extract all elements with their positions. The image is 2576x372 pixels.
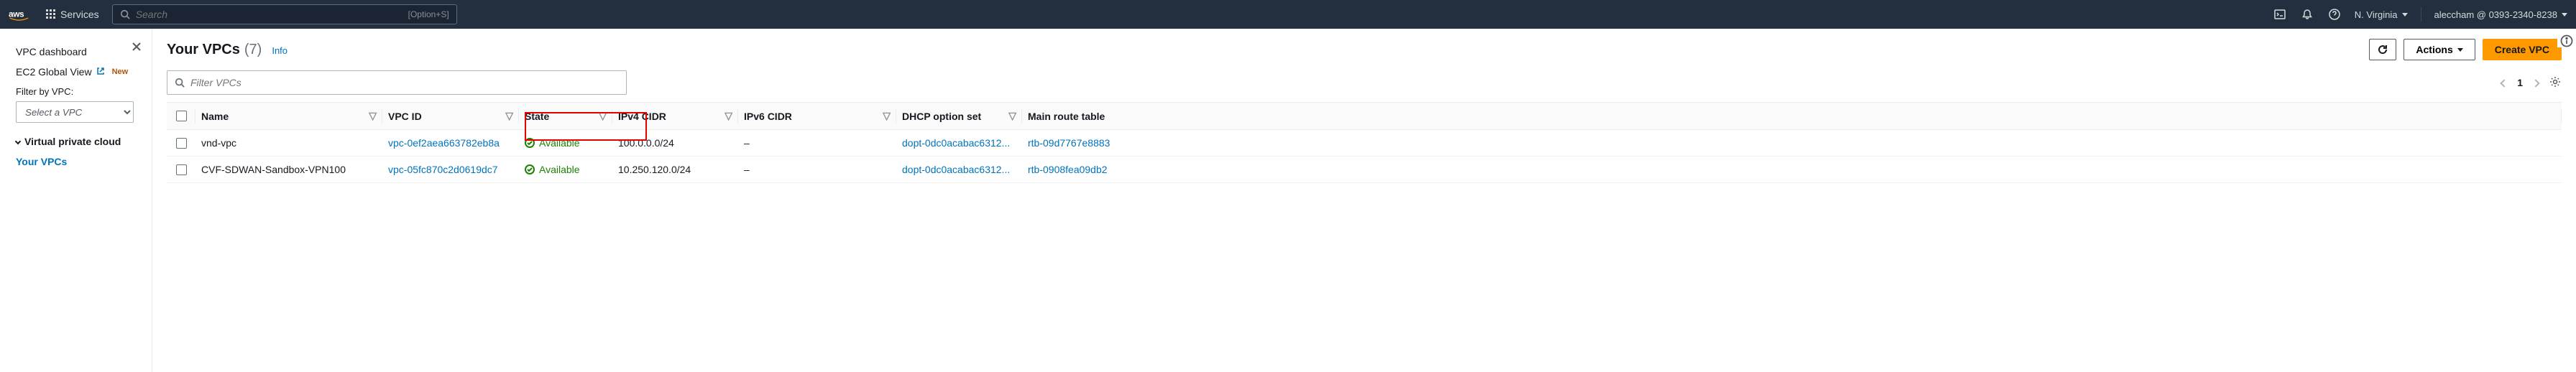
notifications-icon[interactable] [2300,7,2314,22]
sidebar-item-label: Your VPCs [16,156,67,167]
cell-vpc-id-link[interactable]: vpc-05fc870c2d0619dc7 [382,157,519,182]
sort-icon[interactable]: ▽ [724,110,732,122]
col-header-state[interactable]: State▽ [519,103,612,129]
create-label: Create VPC [2495,44,2549,55]
title-count: (7) [244,42,262,58]
sidebar-vpc-dashboard[interactable]: VPC dashboard [16,42,144,62]
global-search[interactable]: [Option+S] [112,4,457,24]
sort-icon[interactable]: ▽ [505,110,513,122]
cell-name: CVF-SDWAN-Sandbox-VPN100 [196,157,382,182]
table-header: Name▽ VPC ID▽ State▽ IPv4 CIDR▽ IPv6 CID… [167,102,2562,130]
chevron-down-icon [15,139,21,144]
content-area: Your VPCs (7) Info Actions Create VPC [152,29,2576,372]
sidebar-your-vpcs[interactable]: Your VPCs [16,152,144,172]
sidebar-item-label: VPC dashboard [16,46,87,57]
new-badge: New [112,68,129,76]
cell-ipv6: – [738,130,896,156]
col-header-ipv6[interactable]: IPv6 CIDR▽ [738,103,896,129]
close-sidebar-icon[interactable] [132,42,142,54]
cell-dhcp-link[interactable]: dopt-0dc0acabac6312... [896,130,1022,156]
col-header-vpcid[interactable]: VPC ID▽ [382,103,519,129]
svg-text:aws: aws [9,9,24,19]
success-icon [525,138,535,148]
cloudshell-icon[interactable] [2273,7,2287,22]
cell-name: vnd-vpc [196,130,382,156]
services-grid-icon [46,9,56,19]
page-number: 1 [2517,77,2523,88]
title-text: Your VPCs [167,42,240,58]
select-all-checkbox[interactable] [176,111,187,121]
global-search-input[interactable] [136,9,408,20]
page-title: Your VPCs (7) Info [167,42,288,58]
table-row[interactable]: vnd-vpc vpc-0ef2aea663782eb8a Available … [167,130,2562,157]
services-menu[interactable]: Services [42,6,104,23]
help-icon[interactable] [2327,7,2342,22]
caret-down-icon [2402,13,2408,17]
search-icon [175,78,185,88]
top-nav: aws Services [Option+S] N. Virginia alec… [0,0,2576,29]
services-label: Services [60,9,99,20]
region-selector[interactable]: N. Virginia [2355,9,2408,20]
caret-down-icon [2457,48,2463,52]
aws-logo[interactable]: aws [9,8,33,21]
region-label: N. Virginia [2355,9,2398,20]
refresh-button[interactable] [2369,39,2396,60]
actions-button[interactable]: Actions [2404,39,2475,60]
caret-down-icon [2562,13,2567,17]
cell-ipv4: 100.0.0.0/24 [612,130,738,156]
row-checkbox[interactable] [176,164,187,175]
create-vpc-button[interactable]: Create VPC [2483,39,2562,60]
sort-icon[interactable]: ▽ [1008,110,1016,122]
sort-icon[interactable]: ▽ [369,110,377,122]
success-icon [525,164,535,175]
cell-state: Available [519,130,612,156]
info-link[interactable]: Info [272,45,288,56]
cell-ipv6: – [738,157,896,182]
row-checkbox[interactable] [176,138,187,149]
prev-page[interactable] [2501,77,2507,88]
account-menu[interactable]: aleccham @ 0393-2340-8238 [2434,9,2567,20]
cell-dhcp-link[interactable]: dopt-0dc0acabac6312... [896,157,1022,182]
search-icon [120,9,130,19]
col-header-name[interactable]: Name▽ [196,103,382,129]
vpc-table: Name▽ VPC ID▽ State▽ IPv4 CIDR▽ IPv6 CID… [167,102,2562,183]
sort-icon[interactable]: ▽ [883,110,891,122]
filter-input[interactable] [190,77,619,88]
col-header-dhcp[interactable]: DHCP option set▽ [896,103,1022,129]
section-label: Virtual private cloud [24,136,121,147]
col-header-route[interactable]: Main route table [1022,103,2562,129]
cell-route-link[interactable]: rtb-0908fea09db2 [1022,157,2562,182]
external-link-icon [96,66,105,78]
sort-icon[interactable]: ▽ [599,110,607,122]
filter-by-vpc-label: Filter by VPC: [16,82,144,97]
info-panel-toggle[interactable] [2557,29,2576,47]
cell-route-link[interactable]: rtb-09d7767e8883 [1022,130,2562,156]
sidebar-ec2-global-view[interactable]: EC2 Global View New [16,62,144,82]
sidebar-item-label: EC2 Global View [16,66,92,78]
cell-vpc-id-link[interactable]: vpc-0ef2aea663782eb8a [382,130,519,156]
sidebar: VPC dashboard EC2 Global View New Filter… [0,29,152,372]
cell-state: Available [519,157,612,182]
filter-box[interactable] [167,70,627,95]
table-settings-icon[interactable] [2549,75,2562,90]
account-label: aleccham @ 0393-2340-8238 [2434,9,2557,20]
sidebar-section-vpc[interactable]: Virtual private cloud [16,136,144,147]
col-header-ipv4[interactable]: IPv4 CIDR▽ [612,103,738,129]
table-row[interactable]: CVF-SDWAN-Sandbox-VPN100 vpc-05fc870c2d0… [167,157,2562,183]
filter-vpc-select[interactable]: Select a VPC [16,101,134,123]
pagination: 1 [2501,75,2562,90]
actions-label: Actions [2416,44,2452,55]
cell-ipv4: 10.250.120.0/24 [612,157,738,182]
search-shortcut-hint: [Option+S] [408,9,449,19]
next-page[interactable] [2533,77,2539,88]
refresh-icon [2377,44,2388,55]
